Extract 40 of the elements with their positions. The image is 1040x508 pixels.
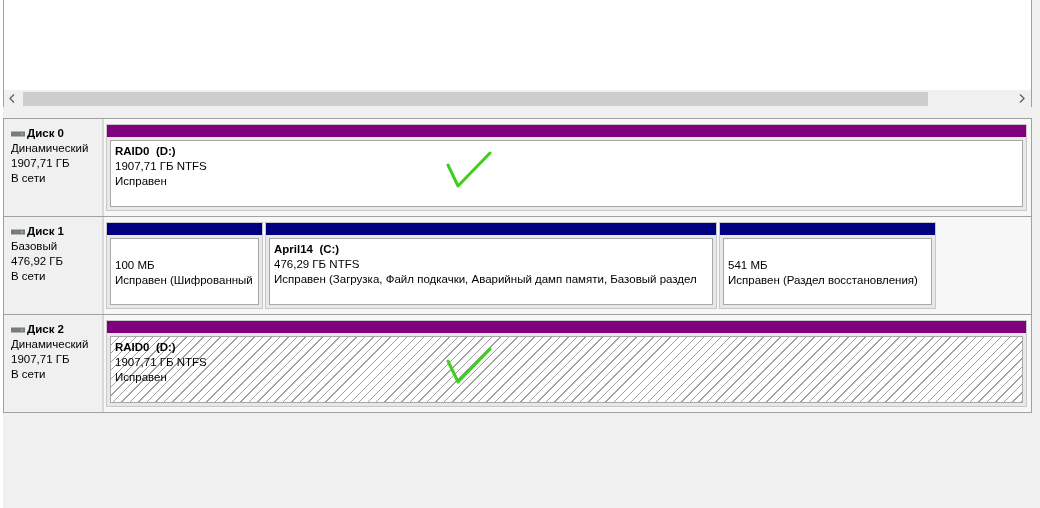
disk-size: 1907,71 ГБ bbox=[11, 352, 71, 367]
disk-name: Диск 0 bbox=[27, 126, 64, 141]
partition-block[interactable]: RAID0 (D:) 1907,71 ГБ NTFS Исправен bbox=[106, 124, 1027, 211]
partition-name: April14 (C:) bbox=[274, 242, 340, 257]
disk-name: Диск 2 bbox=[27, 322, 64, 337]
partition-block[interactable]: April14 (C:) 476,29 ГБ NTFS Исправен (Загрузка, Файл подкачки, Аварийный дамп памяти, Базовый раздел bbox=[265, 222, 717, 309]
partition-size: 476,29 ГБ NTFS bbox=[274, 257, 360, 272]
partition-name: RAID0 (D:) bbox=[115, 144, 176, 159]
disk-name: Диск 1 bbox=[27, 224, 64, 239]
disk-drive-icon bbox=[11, 130, 25, 137]
disk-type: Базовый bbox=[11, 239, 59, 254]
scroll-left-icon[interactable] bbox=[9, 94, 15, 103]
partition-status: Исправен (Раздел восстановления) bbox=[728, 273, 918, 288]
disk-size: 1907,71 ГБ bbox=[11, 156, 71, 171]
partition-status: Исправен (Загрузка, Файл подкачки, Аварийный дамп памяти, Базовый раздел bbox=[274, 272, 697, 287]
partition-status: Исправен (Шифрованный bbox=[115, 273, 253, 288]
partition-size: 100 МБ bbox=[115, 258, 155, 273]
scroll-right-icon[interactable] bbox=[1019, 94, 1025, 103]
partition-size: 541 МБ bbox=[728, 258, 768, 273]
disk-type: Динамический bbox=[11, 141, 90, 156]
partition-status: Исправен bbox=[115, 174, 167, 189]
partition-name: RAID0 (D:) bbox=[115, 340, 176, 355]
disk-info-panel[interactable]: Диск 2 Динамический 1907,71 ГБ В сети bbox=[4, 315, 104, 412]
partition-block[interactable]: 100 МБ Исправен (Шифрованный bbox=[106, 222, 263, 309]
disk-info-panel[interactable]: Диск 0 Динамический 1907,71 ГБ В сети bbox=[4, 119, 104, 216]
partition-size: 1907,71 ГБ NTFS bbox=[115, 159, 207, 174]
disk-size: 476,92 ГБ bbox=[11, 254, 65, 269]
partition-status: Исправен bbox=[115, 370, 167, 385]
disk-drive-icon bbox=[11, 326, 25, 333]
horizontal-scrollbar[interactable] bbox=[3, 90, 1032, 107]
disk-drive-icon bbox=[11, 228, 25, 235]
disk-type: Динамический bbox=[11, 337, 90, 352]
disk-status: В сети bbox=[11, 367, 47, 382]
disk-info-panel[interactable]: Диск 1 Базовый 476,92 ГБ В сети bbox=[4, 217, 104, 314]
scrollbar-thumb[interactable] bbox=[23, 91, 928, 106]
partition-size: 1907,71 ГБ NTFS bbox=[115, 355, 207, 370]
disk-status: В сети bbox=[11, 171, 47, 186]
disk-status: В сети bbox=[11, 269, 47, 284]
partition-block[interactable]: 541 МБ Исправен (Раздел восстановления) bbox=[719, 222, 936, 309]
partition-block[interactable]: RAID0 (D:) 1907,71 ГБ NTFS Исправен bbox=[106, 320, 1027, 407]
